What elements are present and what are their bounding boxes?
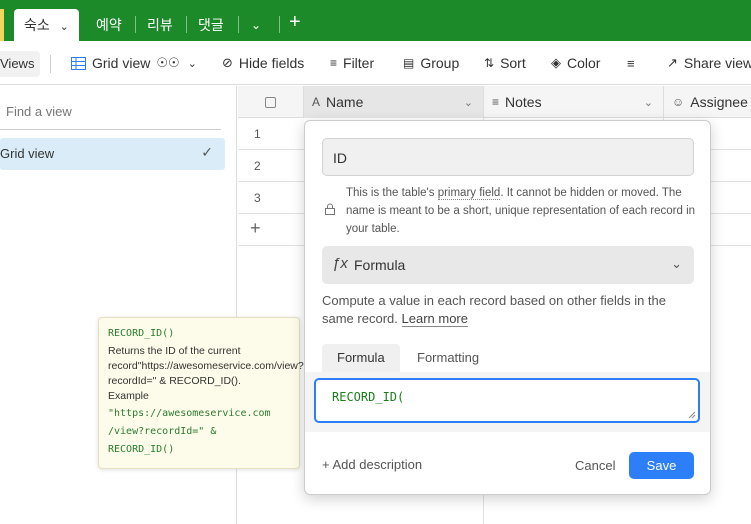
share-icon: ↗ [667,55,678,70]
grid-view-switcher[interactable]: Grid view ☉☉ ⌄ [71,41,197,85]
share-view-button[interactable]: ↗ Share view [667,41,751,85]
color-button[interactable]: ◈ Color [551,41,600,85]
share-view-label: Share view [683,55,751,71]
sort-button[interactable]: ⇅ Sort [484,41,526,85]
sidebar-item-grid-view[interactable]: Grid view ✓ [0,138,225,170]
column-label: Notes [505,94,542,110]
base-color-strip [0,9,4,41]
long-text-icon: ≡ [492,95,500,109]
tab-formula[interactable]: Formula [322,344,400,372]
tooltip-example-line: "https://awesomeservice.com [108,408,271,419]
chevron-down-icon[interactable]: ⌄ [60,21,69,33]
tab-formatting[interactable]: Formatting [402,344,494,372]
lock-icon [325,203,335,215]
field-editor-popup: ID This is the table's primary field. It… [304,120,711,495]
column-header-assignee[interactable]: ☺ Assignee [664,86,751,118]
toolbar-divider [50,55,51,73]
tooltip-example-line: /view?recordId=" & [108,426,217,437]
save-button[interactable]: Save [629,452,694,479]
select-all-cell[interactable] [238,86,304,118]
tab-divider [238,16,239,33]
field-type-description: Compute a value in each record based on … [322,292,694,328]
tab-divider [279,16,280,33]
tab-divider [135,16,136,33]
row-number: 2 [254,159,261,173]
collaborators-icon: ☉☉ [156,55,180,70]
view-toolbar: Views Grid view ☉☉ ⌄ ⊘ Hide fields ≡ Fil… [0,41,751,85]
field-type-select[interactable]: ƒx Formula ⌄ [322,246,694,284]
chevron-down-icon: ⌄ [187,57,197,70]
chevron-down-icon[interactable]: ⌄ [464,96,473,109]
user-icon: ☺ [672,95,685,109]
grid-view-label: Grid view [92,55,151,71]
chevron-down-icon[interactable]: ⌄ [644,96,653,109]
filter-icon: ≡ [330,56,338,70]
row-height-icon: ≡ [627,55,635,71]
color-label: Color [567,55,601,71]
row-number: 3 [254,191,261,205]
filter-button[interactable]: ≡ Filter [330,41,374,85]
find-view-underline [0,129,221,130]
field-name-input[interactable]: ID [322,138,694,176]
field-type-label: Formula [354,257,406,273]
eye-slash-icon: ⊘ [222,55,233,70]
row-height-button[interactable]: ≡ [627,41,635,85]
table-tab-bar: 숙소 ⌄ 예약 리뷰 댓글 ⌄ + [0,0,751,41]
tab-table-3[interactable]: 리뷰 [147,9,173,41]
chevron-down-icon: ⌄ [671,256,682,271]
sort-icon: ⇅ [484,56,495,70]
formula-input[interactable]: RECORD_ID( [314,378,700,423]
tooltip-example-label: Example [108,390,149,402]
formula-text: RECORD_ID( [332,390,405,404]
add-record-icon[interactable]: + [250,218,261,239]
checkmark-icon: ✓ [201,144,213,160]
row-number: 1 [254,127,261,141]
find-view-input[interactable]: Find a view [6,104,72,119]
text-field-icon: A [312,95,321,109]
column-header-name[interactable]: A Name ⌄ [304,86,484,118]
tooltip-function-name: RECORD_ID() [108,328,175,339]
group-label: Group [420,55,460,71]
filter-label: Filter [343,55,375,71]
paint-bucket-icon: ◈ [551,55,561,70]
group-button[interactable]: ▤ Group [403,41,459,85]
tab-divider [186,16,187,33]
tab-table-4[interactable]: 댓글 [198,9,224,41]
grid-header-row: A Name ⌄ ≡ Notes ⌄ ☺ Assignee [238,86,751,118]
tab-label: 숙소 [24,17,50,33]
resize-handle-icon[interactable] [688,411,696,419]
more-tables-chevron-icon[interactable]: ⌄ [251,9,261,41]
description-text: Compute a value in each record based on … [322,293,666,326]
column-label: Assignee [690,94,748,110]
column-header-notes[interactable]: ≡ Notes ⌄ [484,86,664,118]
select-all-checkbox[interactable] [265,96,276,108]
sort-label: Sort [500,55,526,71]
primary-field-link[interactable]: primary field [437,187,501,200]
column-label: Name [326,94,364,110]
sidebar-item-label: Grid view [0,146,55,161]
formula-icon: ƒx [332,255,348,272]
tooltip-description: Returns the ID of the current record"htt… [108,345,304,387]
hide-fields-button[interactable]: ⊘ Hide fields [222,41,304,85]
grid-icon [71,56,86,70]
views-button[interactable]: Views [0,51,41,77]
tab-table-2[interactable]: 예약 [96,9,122,41]
formula-editor-area: RECORD_ID( [305,372,710,432]
add-table-icon[interactable]: + [289,6,301,38]
formula-help-tooltip: RECORD_ID() Returns the ID of the curren… [98,317,304,469]
add-description-button[interactable]: + Add description [322,457,422,472]
primary-field-note: This is the table's primary field. It ca… [346,184,696,238]
tab-table-1[interactable]: 숙소 ⌄ [14,9,79,41]
tooltip-example-line: RECORD_ID() [108,444,175,455]
primary-note-text: This is the table's [346,187,438,199]
cancel-button[interactable]: Cancel [575,453,615,479]
hide-fields-label: Hide fields [238,55,305,71]
learn-more-link[interactable]: Learn more [401,311,468,327]
group-icon: ▤ [403,56,415,70]
